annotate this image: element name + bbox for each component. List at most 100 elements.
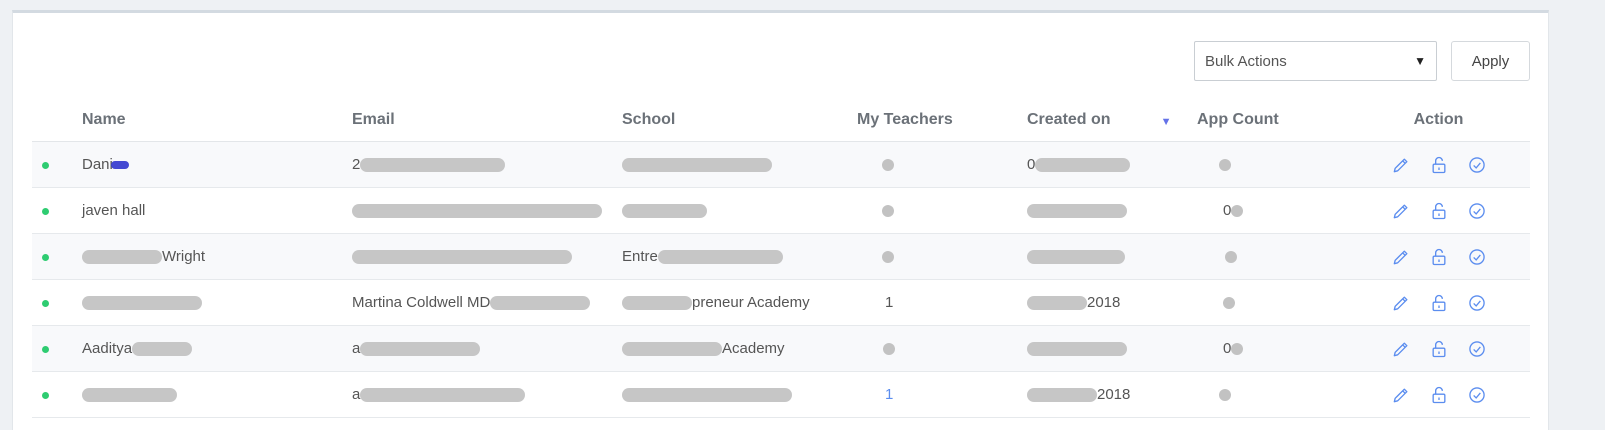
redaction-mark — [360, 388, 526, 403]
redaction-mark — [1219, 389, 1231, 402]
unlock-icon[interactable] — [1429, 247, 1449, 267]
unlock-icon[interactable] — [1429, 201, 1449, 221]
redaction-mark — [82, 250, 162, 265]
redaction-mark — [657, 250, 783, 265]
table-row: Martina Coldwell MD preneur Academy 1 20… — [32, 279, 1530, 326]
app-count-cell: 0 — [1197, 325, 1347, 372]
name-column-header[interactable]: Name — [82, 98, 352, 142]
pencil-icon[interactable] — [1391, 155, 1411, 175]
pencil-icon[interactable] — [1391, 293, 1411, 313]
school-column-header[interactable]: School — [622, 98, 857, 142]
school-cell: preneur Academy — [622, 279, 857, 326]
apply-button[interactable]: Apply — [1451, 41, 1530, 81]
active-status-dot — [42, 208, 49, 215]
email-column-header[interactable]: Email — [352, 98, 622, 142]
redaction-mark — [352, 250, 572, 265]
created-value: 0 — [1027, 156, 1036, 173]
redaction-mark — [882, 159, 894, 172]
teachers-cell: 1 — [857, 371, 1027, 418]
redaction-mark — [1027, 204, 1127, 219]
created-cell: 2018 — [1027, 279, 1197, 326]
my-teachers-column-header[interactable]: My Teachers — [857, 98, 1027, 142]
redaction-mark — [1223, 297, 1235, 310]
pencil-icon[interactable] — [1391, 385, 1411, 405]
name-cell: javen hall — [82, 187, 352, 234]
redaction-mark — [1035, 158, 1131, 173]
redaction-mark — [622, 388, 792, 403]
students-panel: Bulk Actions ▼ Apply Name Email School M… — [12, 10, 1549, 430]
email-value: 2 — [352, 156, 361, 173]
email-value: a — [352, 386, 361, 403]
active-status-dot — [42, 300, 49, 307]
caret-down-icon: ▼ — [1414, 54, 1426, 68]
action-cell — [1347, 187, 1530, 234]
app-count-cell — [1197, 279, 1347, 326]
redaction-mark — [360, 158, 506, 173]
email-cell: Martina Coldwell MD — [352, 279, 622, 326]
school-cell — [622, 141, 857, 188]
teachers-cell — [857, 141, 1027, 188]
check-circle-icon[interactable] — [1467, 339, 1487, 359]
check-circle-icon[interactable] — [1467, 385, 1487, 405]
bulk-actions-label: Bulk Actions — [1205, 52, 1287, 70]
active-status-dot — [42, 254, 49, 261]
school-cell — [622, 187, 857, 234]
redaction-mark — [360, 342, 481, 357]
status-cell — [32, 233, 82, 280]
name-value: Aaditya — [82, 340, 133, 357]
name-cell: Dani — [82, 141, 352, 188]
name-value: javen hall — [82, 202, 146, 219]
check-circle-icon[interactable] — [1467, 155, 1487, 175]
name-value: Wright — [162, 248, 206, 265]
bulk-actions-select[interactable]: Bulk Actions ▼ — [1194, 41, 1437, 81]
redaction-mark — [882, 251, 894, 264]
action-cell — [1347, 371, 1530, 418]
redaction-mark — [622, 158, 772, 173]
unlock-icon[interactable] — [1429, 155, 1449, 175]
email-cell: a — [352, 371, 622, 418]
redaction-mark — [132, 342, 193, 357]
email-cell — [352, 187, 622, 234]
status-column-header — [32, 98, 82, 142]
created-on-column-header[interactable]: Created on ▼ — [1027, 98, 1197, 142]
pencil-icon[interactable] — [1391, 247, 1411, 267]
redaction-mark — [352, 204, 602, 219]
my-teachers-header-label: My Teachers — [857, 110, 953, 128]
app-count-cell — [1197, 233, 1347, 280]
students-table: Name Email School My Teachers Created on… — [32, 98, 1530, 418]
app-count-cell — [1197, 141, 1347, 188]
check-circle-icon[interactable] — [1467, 293, 1487, 313]
check-circle-icon[interactable] — [1467, 247, 1487, 267]
redaction-mark — [622, 204, 707, 219]
redaction-mark — [882, 205, 894, 218]
active-status-dot — [42, 346, 49, 353]
app-count-column-header[interactable]: App Count — [1197, 98, 1347, 142]
active-status-dot — [42, 162, 49, 169]
pencil-icon[interactable] — [1391, 339, 1411, 359]
created-cell — [1027, 187, 1197, 234]
created-cell: 0 — [1027, 141, 1197, 188]
status-cell — [32, 187, 82, 234]
redaction-mark — [82, 388, 177, 403]
status-cell — [32, 141, 82, 188]
unlock-icon[interactable] — [1429, 385, 1449, 405]
school-cell: Academy — [622, 325, 857, 372]
redaction-mark — [1231, 205, 1244, 218]
status-cell — [32, 325, 82, 372]
school-value: preneur Academy — [692, 294, 810, 311]
unlock-icon[interactable] — [1429, 293, 1449, 313]
app-count-value: 0 — [1223, 340, 1232, 357]
teachers-value[interactable]: 1 — [885, 386, 893, 403]
created-cell — [1027, 325, 1197, 372]
teachers-cell — [857, 325, 1027, 372]
app-count-value: 0 — [1223, 202, 1232, 219]
action-cell — [1347, 141, 1530, 188]
check-circle-icon[interactable] — [1467, 201, 1487, 221]
name-cell: Wright — [82, 233, 352, 280]
unlock-icon[interactable] — [1429, 339, 1449, 359]
redaction-mark — [82, 296, 202, 311]
pencil-icon[interactable] — [1391, 201, 1411, 221]
sort-desc-icon[interactable]: ▼ — [1161, 116, 1172, 128]
redaction-mark — [1225, 251, 1237, 264]
school-value: Academy — [722, 340, 785, 357]
